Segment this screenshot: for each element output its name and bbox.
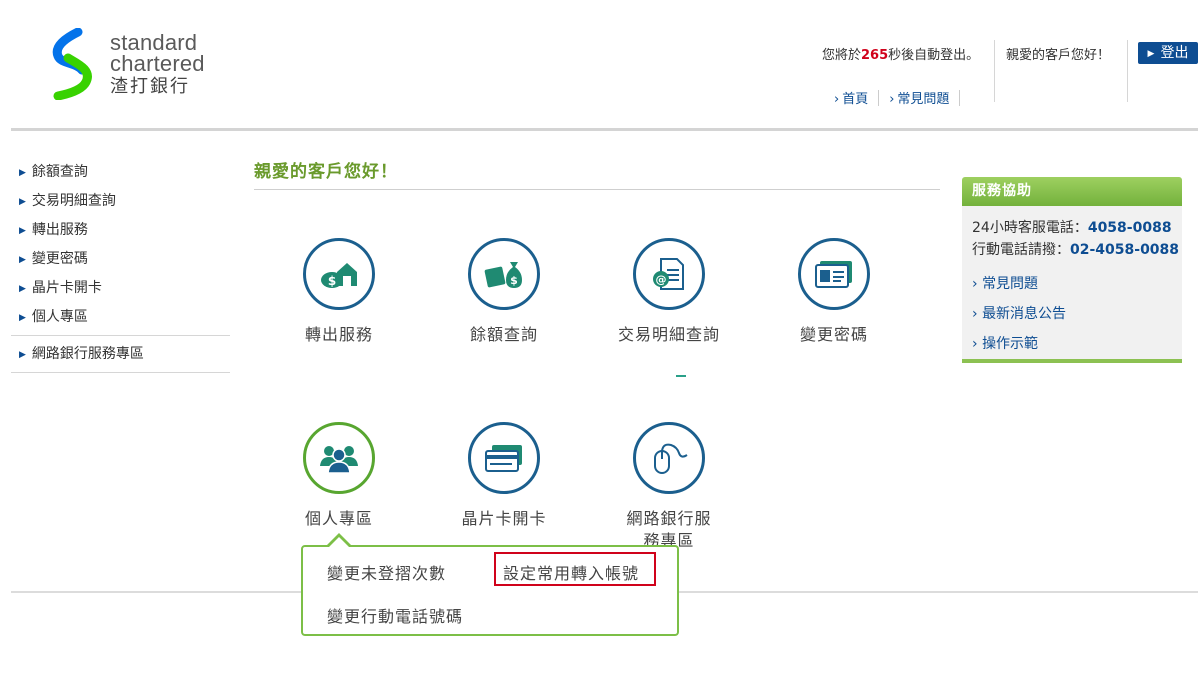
sidebar-item-label: 餘額查詢 xyxy=(31,164,88,180)
help-link-faq[interactable]: › 常見問題 xyxy=(972,273,1038,293)
auto-logout-notice: 您將於265秒後自動登出。 xyxy=(822,44,979,63)
home-link-label: 首頁 xyxy=(842,92,869,107)
service-ebanking-zone[interactable]: 網路銀行服務專區 xyxy=(604,422,734,552)
brand-name: standard chartered 渣打銀行 xyxy=(110,30,205,98)
service-balance[interactable]: $ 餘額查詢 xyxy=(439,238,569,346)
service-label: 晶片卡開卡 xyxy=(461,509,547,528)
help-link-label: 常見問題 xyxy=(982,276,1039,292)
brand-zh: 渣打銀行 xyxy=(110,76,190,97)
svg-text:$: $ xyxy=(510,274,518,287)
svg-text:@: @ xyxy=(656,273,667,286)
help-link-label: 最新消息公告 xyxy=(982,306,1067,322)
id-card-icon xyxy=(798,238,870,310)
service-transfer[interactable]: $ 轉出服務 xyxy=(274,238,404,346)
footer-rule xyxy=(11,591,301,593)
top-links: › 首頁 › 常見問題 xyxy=(834,88,970,107)
help-link-demo[interactable]: › 操作示範 xyxy=(972,333,1038,353)
popover-option-mobile-number[interactable]: 變更行動電話號碼 xyxy=(327,603,463,627)
hotline-label: 24小時客服電話： xyxy=(972,220,1088,236)
help-link-label: 操作示範 xyxy=(982,336,1039,352)
sidebar-item-label: 網路銀行服務專區 xyxy=(31,346,144,362)
service-label: 轉出服務 xyxy=(304,325,373,344)
money-house-icon: $ xyxy=(303,238,375,310)
auto-logout-post: 秒後自動登出。 xyxy=(888,48,980,63)
triangle-right-icon: ▶ xyxy=(19,350,26,360)
money-bag-icon: $ xyxy=(468,238,540,310)
page-title: 親愛的客戶您好！ xyxy=(254,162,398,182)
chevron-right-icon: › xyxy=(972,306,983,322)
title-rule xyxy=(254,189,940,190)
auto-logout-seconds: 265 xyxy=(861,48,889,63)
service-label: 變更密碼 xyxy=(799,325,868,344)
sidebar-item-card-activation[interactable]: ▶ 晶片卡開卡 xyxy=(11,274,230,303)
mobile-line: 行動電話請撥：02-4058-0088 xyxy=(972,239,1179,259)
service-label: 餘額查詢 xyxy=(469,325,538,344)
triangle-right-icon: ▶ xyxy=(19,255,26,265)
link-divider xyxy=(959,90,961,106)
chip-card-icon xyxy=(468,422,540,494)
sidebar-item-password[interactable]: ▶ 變更密碼 xyxy=(11,245,230,274)
sidebar-item-label: 交易明細查詢 xyxy=(31,193,116,209)
header-divider xyxy=(994,40,995,102)
logout-button[interactable]: ▶ 登出 xyxy=(1138,42,1198,64)
service-label: 交易明細查詢 xyxy=(617,325,720,344)
chevron-right-icon: › xyxy=(972,276,983,292)
sidebar-item-label: 變更密碼 xyxy=(31,251,88,267)
triangle-right-icon: ▶ xyxy=(19,284,26,294)
sidebar-divider xyxy=(11,372,230,373)
home-link[interactable]: › 首頁 xyxy=(834,92,868,107)
sidebar-item-label: 個人專區 xyxy=(31,309,88,325)
sidebar-item-transfer[interactable]: ▶ 轉出服務 xyxy=(11,216,230,245)
triangle-right-icon: ▶ xyxy=(19,313,26,323)
sidebar-item-balance[interactable]: ▶ 餘額查詢 xyxy=(11,158,230,187)
help-title: 服務協助 xyxy=(962,177,1182,206)
sidebar-item-label: 晶片卡開卡 xyxy=(31,280,102,296)
carousel-indicator xyxy=(676,375,686,377)
popover-option-passbook-count[interactable]: 變更未登摺次數 xyxy=(327,560,446,584)
hotline-line: 24小時客服電話：4058-0088 xyxy=(972,217,1172,237)
chevron-right-icon: › xyxy=(834,92,840,107)
service-label: 個人專區 xyxy=(304,509,373,528)
mouse-icon xyxy=(633,422,705,494)
triangle-right-icon: ▶ xyxy=(19,168,26,178)
triangle-right-icon: ▶ xyxy=(19,197,26,207)
brand-line2: chartered xyxy=(110,51,205,76)
sidebar-item-ebanking-zone[interactable]: ▶ 網路銀行服務專區 xyxy=(11,340,230,369)
svg-text:$: $ xyxy=(328,274,336,288)
sidebar-item-personal[interactable]: ▶ 個人專區 xyxy=(11,303,230,332)
mobile-label: 行動電話請撥： xyxy=(972,242,1070,258)
chevron-right-icon: › xyxy=(889,92,895,107)
header-greeting: 親愛的客戶您好！ xyxy=(1006,48,1111,63)
faq-link-label: 常見問題 xyxy=(897,92,950,107)
link-divider xyxy=(878,90,880,106)
sidebar-item-label: 轉出服務 xyxy=(31,222,88,238)
logout-label: 登出 xyxy=(1160,45,1189,61)
chevron-right-icon: › xyxy=(972,336,983,352)
popover-arrow-inner xyxy=(329,537,349,547)
faq-link[interactable]: › 常見問題 xyxy=(889,92,949,107)
auto-logout-pre: 您將於 xyxy=(822,48,862,63)
sidebar-divider xyxy=(11,335,230,336)
brand-line1: standard xyxy=(110,30,198,55)
play-icon: ▶ xyxy=(1147,49,1155,59)
hotline-number: 4058-0088 xyxy=(1087,220,1172,236)
highlight-box xyxy=(494,552,656,586)
service-help-box: 服務協助 24小時客服電話：4058-0088 行動電話請撥：02-4058-0… xyxy=(962,177,1182,363)
header-rule xyxy=(11,128,1198,131)
header-divider xyxy=(1127,40,1128,102)
standard-chartered-logo-icon xyxy=(52,28,92,100)
people-group-icon xyxy=(303,422,375,494)
service-card-activation[interactable]: 晶片卡開卡 xyxy=(439,422,569,530)
triangle-right-icon: ▶ xyxy=(19,226,26,236)
sidebar-nav: ▶ 餘額查詢 ▶ 交易明細查詢 ▶ 轉出服務 ▶ 變更密碼 ▶ 晶片卡開卡 ▶ 個人專區 ▶… xyxy=(11,158,230,377)
service-password[interactable]: 變更密碼 xyxy=(769,238,899,346)
help-link-news[interactable]: › 最新消息公告 xyxy=(972,303,1066,323)
document-at-icon: @ xyxy=(633,238,705,310)
sidebar-item-transactions[interactable]: ▶ 交易明細查詢 xyxy=(11,187,230,216)
footer-rule xyxy=(679,591,1198,593)
service-personal[interactable]: 個人專區 xyxy=(274,422,404,530)
service-transactions[interactable]: @ 交易明細查詢 xyxy=(604,238,734,346)
mobile-number: 02-4058-0088 xyxy=(1070,242,1180,258)
